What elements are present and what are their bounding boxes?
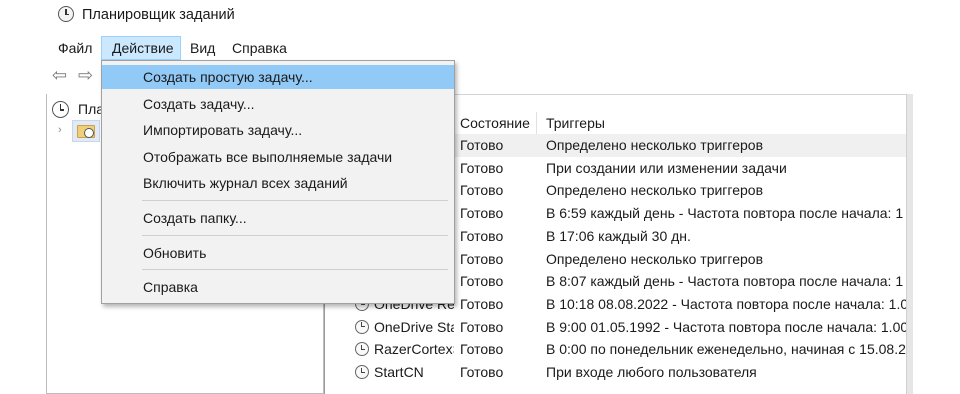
menu-item-new-folder[interactable]: Создать папку... <box>102 206 454 230</box>
vertical-scrollbar[interactable] <box>906 94 913 394</box>
menu-separator <box>142 235 448 236</box>
task-triggers: В 10:18 08.08.2022 - Частота повтора пос… <box>546 295 906 312</box>
task-triggers: В 17:06 каждый 30 дн. <box>546 227 691 244</box>
task-clock-icon <box>355 365 369 379</box>
table-row[interactable]: OneDrive Sta... Готово В 9:00 01.05.1992 -… <box>325 316 906 339</box>
column-header-triggers[interactable]: Триггеры <box>546 112 605 134</box>
task-triggers: В 6:59 каждый день - Частота повтора пос… <box>546 205 906 222</box>
task-name: StartCN <box>374 364 424 380</box>
menu-item-create-task[interactable]: Создать задачу... <box>102 92 454 116</box>
menu-item-enable-history[interactable]: Включить журнал всех заданий <box>102 171 454 195</box>
menu-separator <box>142 269 448 270</box>
task-triggers: Определено несколько триггеров <box>546 250 764 267</box>
menu-item-refresh[interactable]: Обновить <box>102 241 454 265</box>
table-row[interactable]: StartCN Готово При входе любого пользовате… <box>325 361 906 384</box>
task-status: Готово <box>460 273 504 290</box>
forward-arrow-icon[interactable]: ⇨ <box>78 66 100 84</box>
menu-help[interactable]: Справка <box>224 36 295 60</box>
task-status: Готово <box>460 250 504 267</box>
task-triggers: При входе любого пользователя <box>546 364 757 380</box>
clock-icon <box>58 6 74 22</box>
task-status: Готово <box>460 318 504 335</box>
task-clock-icon <box>355 342 369 357</box>
column-divider[interactable] <box>536 112 537 134</box>
task-name: OneDrive Sta... <box>374 318 454 335</box>
menu-action[interactable]: Действие <box>101 36 181 60</box>
task-name-cell: RazerCortexS... <box>340 338 454 361</box>
column-header-status[interactable]: Состояние <box>460 112 530 134</box>
task-name: RazerCortexS... <box>374 341 454 358</box>
back-arrow-icon[interactable]: ⇦ <box>52 66 74 84</box>
task-triggers: Определено несколько триггеров <box>546 182 764 199</box>
clock-icon <box>84 128 94 138</box>
task-clock-icon <box>355 319 369 334</box>
task-name-cell: StartCN <box>340 361 454 384</box>
menu-item-show-running[interactable]: Отображать все выполняемые задачи <box>102 145 454 169</box>
task-status: Готово <box>460 295 504 312</box>
menu-item-help[interactable]: Справка <box>102 275 454 299</box>
chevron-right-icon[interactable]: › <box>58 124 62 136</box>
menu-view[interactable]: Вид <box>182 36 223 60</box>
task-status: Готово <box>460 137 504 153</box>
task-triggers: В 8:07 каждый день - Частота повтора пос… <box>546 273 906 290</box>
window-title: Планировщик заданий <box>82 7 235 23</box>
task-name-cell: OneDrive Sta... <box>340 316 454 339</box>
menu-separator <box>142 200 448 201</box>
menu-file[interactable]: Файл <box>50 36 100 60</box>
menu-item-create-basic-task[interactable]: Создать простую задачу... <box>102 65 454 89</box>
task-triggers: В 0:00 по понедельник еженедельно, начин… <box>546 341 906 358</box>
task-triggers: В 9:00 01.05.1992 - Частота повтора посл… <box>546 318 906 335</box>
task-status: Готово <box>460 182 504 199</box>
table-row[interactable]: RazerCortexS... Готово В 0:00 по понедельн… <box>325 338 906 361</box>
task-status: Готово <box>460 227 504 244</box>
task-status: Готово <box>460 364 504 380</box>
task-triggers: При создании или изменении задачи <box>546 159 787 176</box>
task-status: Готово <box>460 205 504 222</box>
task-triggers: Определено несколько триггеров <box>546 137 764 153</box>
tree-item-library[interactable] <box>72 120 100 142</box>
task-status: Готово <box>460 159 504 176</box>
task-status: Готово <box>460 341 504 358</box>
menu-item-import-task[interactable]: Импортировать задачу... <box>102 118 454 142</box>
clock-icon <box>52 101 69 118</box>
